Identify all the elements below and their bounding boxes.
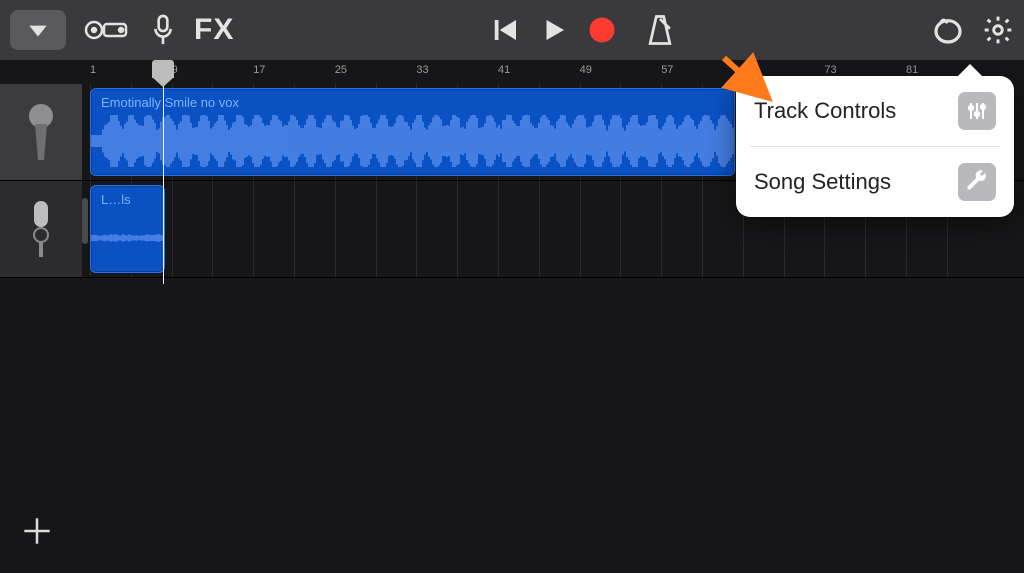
browser-toggle-button[interactable] — [10, 10, 66, 50]
ruler-tick: 41 — [498, 64, 510, 76]
settings-popover: Track Controls Song Settings — [736, 76, 1014, 217]
popover-item-label: Track Controls — [754, 98, 896, 124]
ruler-tick: 17 — [253, 64, 265, 76]
track-header[interactable] — [0, 84, 82, 180]
fx-label: FX — [194, 13, 234, 47]
wrench-icon — [958, 163, 996, 201]
popover-item-label: Song Settings — [754, 169, 891, 195]
ruler-tick: 49 — [580, 64, 592, 76]
metronome-button[interactable] — [645, 14, 675, 46]
mic-condenser-icon — [24, 197, 58, 261]
ruler-tick: 57 — [661, 64, 673, 76]
waveform — [91, 115, 734, 167]
ruler-tick: 1 — [90, 64, 96, 76]
popover-item-song-settings[interactable]: Song Settings — [736, 147, 1014, 217]
ruler-tick: 65 — [743, 64, 755, 76]
loop-button[interactable] — [932, 14, 964, 46]
go-to-start-button[interactable] — [491, 15, 521, 45]
fx-button[interactable]: FX — [194, 13, 234, 47]
ruler-tick: 33 — [416, 64, 428, 76]
add-track-button[interactable] — [18, 512, 56, 555]
mic-dynamic-icon — [21, 102, 61, 162]
track-header[interactable] — [0, 181, 82, 277]
ruler-tick: 25 — [335, 64, 347, 76]
audio-region[interactable]: L…ls — [90, 185, 165, 273]
top-toolbar: FX — [0, 0, 1024, 60]
tracks-view-button[interactable] — [84, 16, 132, 44]
playhead[interactable] — [163, 60, 164, 284]
mixer-icon — [958, 92, 996, 130]
audio-region[interactable]: Emotinally Smile no vox — [90, 88, 735, 176]
vertical-scrollbar[interactable] — [82, 198, 88, 244]
region-label: Emotinally Smile no vox — [91, 89, 734, 110]
settings-gear-button[interactable] — [982, 14, 1014, 46]
ruler-tick: 81 — [906, 64, 918, 76]
popover-item-track-controls[interactable]: Track Controls — [736, 76, 1014, 146]
region-label: L…ls — [91, 186, 164, 207]
microphone-icon[interactable] — [150, 13, 176, 47]
waveform — [91, 212, 164, 264]
play-button[interactable] — [539, 15, 569, 45]
record-button[interactable] — [587, 15, 617, 45]
ruler-tick: 73 — [824, 64, 836, 76]
